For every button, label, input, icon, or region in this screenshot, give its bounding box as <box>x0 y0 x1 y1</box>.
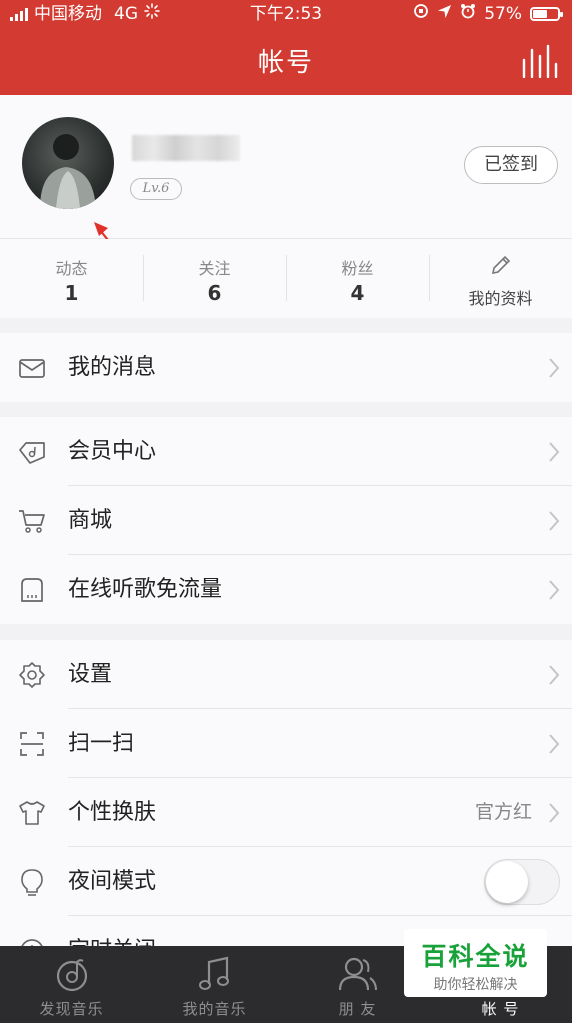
menu-item-free-data[interactable]: 在线听歌免流量 <box>0 555 572 624</box>
tab-label: 我的音乐 <box>182 1000 247 1018</box>
menu-item-skin[interactable]: 个性换肤 官方红 <box>0 778 572 847</box>
username-blurred <box>132 135 240 161</box>
stat-label: 关注 <box>198 259 231 278</box>
edit-profile-label: 我的资料 <box>468 289 533 308</box>
battery-icon <box>530 7 563 21</box>
skin-value: 官方红 <box>474 801 532 823</box>
messages-group: 我的消息 <box>0 333 572 402</box>
menu-item-night-mode[interactable]: 夜间模式 <box>0 847 572 916</box>
tab-my-music[interactable]: 我的音乐 <box>143 946 286 1023</box>
discover-music-icon <box>0 954 143 994</box>
stat-followers[interactable]: 粉丝 4 <box>286 239 429 318</box>
orientation-lock-icon <box>413 0 429 28</box>
menu-label: 扫一扫 <box>68 731 135 756</box>
watermark-logo: 百科全说 助你轻松解决 <box>404 929 547 997</box>
tshirt-icon <box>18 799 46 827</box>
chevron-right-icon <box>548 510 560 536</box>
alarm-icon <box>460 0 476 28</box>
cart-icon <box>18 507 46 535</box>
scan-icon <box>18 730 46 758</box>
menu-label: 定时关闭 <box>68 916 156 946</box>
menu-item-settings[interactable]: 设置 <box>0 640 572 709</box>
sim-card-icon <box>18 576 46 604</box>
gear-icon <box>18 661 46 689</box>
stat-posts[interactable]: 动态 1 <box>0 239 143 318</box>
menu-item-vip-center[interactable]: 会员中心 <box>0 417 572 486</box>
now-playing-icon[interactable] <box>522 44 558 82</box>
menu-label: 设置 <box>68 662 113 687</box>
battery-percent: 57% <box>484 4 522 24</box>
signin-button[interactable]: 已签到 <box>464 146 558 184</box>
menu-item-scan[interactable]: 扫一扫 <box>0 709 572 778</box>
tab-label: 朋 友 <box>338 1000 377 1018</box>
chevron-right-icon <box>548 441 560 467</box>
menu-label: 夜间模式 <box>68 869 157 894</box>
chevron-right-icon <box>548 664 560 690</box>
stat-following[interactable]: 关注 6 <box>143 239 286 318</box>
menu-label: 商城 <box>68 508 113 533</box>
stat-value: 6 <box>207 281 222 305</box>
watermark-subtitle: 助你轻松解决 <box>433 977 518 993</box>
settings-group: 设置 扫一扫 个性换肤 官方红 夜间模式 定时关闭 <box>0 640 572 946</box>
menu-label: 在线听歌免流量 <box>68 577 223 602</box>
stats-bar: 动态 1 关注 6 粉丝 4 我的资料 <box>0 239 572 318</box>
chevron-right-icon <box>548 733 560 759</box>
level-badge: Lv.6 <box>130 178 182 200</box>
tab-discover[interactable]: 发现音乐 <box>0 946 143 1023</box>
chevron-right-icon <box>548 357 560 383</box>
edit-profile-button[interactable]: 我的资料 <box>429 239 572 318</box>
music-note-icon <box>143 954 286 994</box>
chevron-right-icon <box>548 802 560 828</box>
pencil-icon <box>429 253 572 281</box>
menu-label: 我的消息 <box>68 355 157 380</box>
status-bar: 中国移动 4G 下午2:53 57% <box>0 0 572 28</box>
avatar[interactable] <box>22 117 114 209</box>
timer-icon <box>18 937 46 946</box>
night-mode-toggle[interactable] <box>484 859 560 905</box>
page-title: 帐号 <box>257 48 314 78</box>
tab-label: 发现音乐 <box>39 1000 104 1018</box>
stat-value: 4 <box>350 281 365 305</box>
menu-label: 个性换肤 <box>68 800 157 825</box>
chevron-right-icon <box>548 579 560 605</box>
lightbulb-icon <box>18 868 46 896</box>
stat-label: 粉丝 <box>341 259 374 278</box>
tab-label: 帐 号 <box>481 1000 520 1018</box>
stat-value: 1 <box>64 281 79 305</box>
menu-item-store[interactable]: 商城 <box>0 486 572 555</box>
watermark-title: 百科全说 <box>421 942 530 971</box>
diamond-music-icon <box>18 438 46 466</box>
stat-label: 动态 <box>55 259 88 278</box>
mail-icon <box>18 354 46 382</box>
location-icon <box>437 0 452 28</box>
menu-item-messages[interactable]: 我的消息 <box>0 333 572 402</box>
services-group: 会员中心 商城 在线听歌免流量 <box>0 417 572 624</box>
menu-label: 会员中心 <box>68 439 157 464</box>
top-bar: 中国移动 4G 下午2:53 57% 帐号 <box>0 0 572 95</box>
